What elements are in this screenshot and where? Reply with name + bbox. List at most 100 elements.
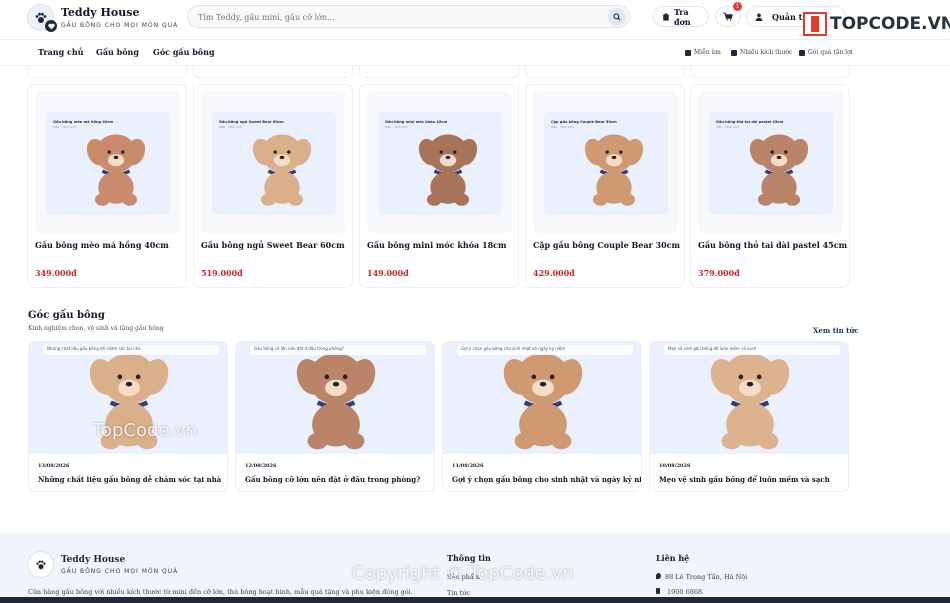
blog-post-image-caption: Gợi ý chọn gấu bông cho sinh nhật và ngà… (457, 345, 633, 355)
blog-post-date: 10/08/2026 (659, 463, 691, 469)
product-price: 429.000đ (533, 268, 575, 278)
nav-item-home[interactable]: Trang chủ (38, 47, 83, 57)
footer-address: 88 Lê Trọng Tấn, Hà Nội (656, 573, 747, 581)
blog-post-card[interactable]: Mẹo vệ sinh gấu bông để luôn mềm và sạch… (649, 341, 849, 492)
product-image-subtitle: Mẫu · Hình ảnh (219, 125, 242, 129)
product-price: 349.000đ (35, 268, 77, 278)
blog-post-title[interactable]: Gấu bông cỡ lớn nên đặt ở đâu trong phòn… (245, 475, 420, 484)
product-image-inner: Cặp gấu bông Couple Bear 30cm Mẫu · Hình … (544, 112, 668, 215)
blog-post-card[interactable]: Gấu bông cỡ lớn nên đặt ở đâu trong phòn… (235, 341, 435, 492)
phone-icon (656, 588, 660, 594)
footer-contact-title: Liên hệ (656, 553, 690, 563)
nav-item-blog[interactable]: Góc gấu bông (153, 47, 215, 57)
product-image[interactable]: Gấu bông mèo má hồng 40cm Mẫu · Hình ảnh (35, 91, 180, 233)
cart-icon (723, 12, 733, 21)
blog-post-image[interactable]: Mẹo vệ sinh gấu bông để luôn mềm và sạch (650, 342, 848, 454)
product-image[interactable]: Gấu bông mini móc khóa 18cm Mẫu · Hình ản… (367, 91, 512, 233)
teddy-bear-icon (710, 353, 790, 450)
blog-post-date: 11/08/2026 (452, 463, 484, 469)
footer-link-news[interactable]: Tin tức (447, 589, 470, 597)
location-icon (656, 573, 661, 579)
watermark-copyright: Copyright © TopCode.vn (352, 563, 574, 584)
blog-post-image[interactable]: Gấu bông cỡ lớn nên đặt ở đâu trong phòn… (236, 342, 434, 454)
footer-brand-name: Teddy House (61, 555, 126, 565)
product-name[interactable]: Gấu bông mèo má hồng 40cm (35, 240, 169, 250)
product-image-subtitle: Mẫu · Hình ảnh (53, 125, 76, 129)
search-button[interactable] (608, 8, 626, 26)
blog-post-image-caption: Mẹo vệ sinh gấu bông để luôn mềm và sạch (664, 345, 840, 355)
teddy-bear-icon (252, 134, 312, 206)
product-image-inner: Gấu bông mèo má hồng 40cm Mẫu · Hình ảnh (46, 112, 170, 215)
perk-sizes: Nhiều kích thước (731, 49, 792, 56)
site-footer: Teddy House GẤU BÔNG CHO MỌI MÓN QUÀ Cửa… (0, 533, 950, 603)
heart-icon (45, 20, 57, 32)
product-name[interactable]: Gấu bông ngủ Sweet Bear 60cm (201, 240, 345, 250)
footer-description: Cửa hàng gấu bông với nhiều kích thước t… (28, 588, 413, 596)
product-image[interactable]: Cặp gấu bông Couple Bear 30cm Mẫu · Hình … (533, 91, 678, 233)
order-lookup-button[interactable]: Tra đơn (653, 6, 709, 27)
product-image[interactable]: Gấu bông ngủ Sweet Bear 60cm Mẫu · Hình ả… (201, 91, 346, 233)
search-bar (187, 5, 630, 28)
blog-post-title[interactable]: Gợi ý chọn gấu bông cho sinh nhật và ngà… (452, 475, 641, 484)
footer-tagline: GẤU BÔNG CHO MỌI MÓN QUÀ (61, 568, 179, 575)
card-stub (525, 66, 685, 78)
blog-section-subtitle: Kinh nghiệm chọn, vệ sinh và tặng gấu bô… (28, 325, 164, 332)
site-header: Teddy House GẤU BÔNG CHO MỌI MÓN QUÀ Tra… (0, 0, 950, 40)
product-card[interactable]: Cặp gấu bông Couple Bear 30cm Mẫu · Hình … (525, 84, 685, 288)
blog-post-image-caption: Những chất liệu gấu bông dễ chăm sóc tại… (43, 345, 219, 355)
product-name[interactable]: Gấu bông mini móc khóa 18cm (367, 240, 506, 250)
teddy-bear-icon (296, 353, 376, 450)
blog-post-title[interactable]: Mẹo vệ sinh gấu bông để luôn mềm và sạch (659, 475, 830, 484)
card-stub (193, 66, 353, 78)
blog-post-date: 13/08/2026 (38, 463, 70, 469)
ruler-icon (731, 49, 737, 56)
card-stub (27, 66, 187, 78)
watermark-logo: TOPCODE.VN (803, 12, 950, 36)
product-card[interactable]: Gấu bông mini móc khóa 18cm Mẫu · Hình ản… (359, 84, 519, 288)
perk-soft: Miễn êm (685, 49, 721, 56)
product-image-subtitle: Mẫu · Hình ảnh (716, 125, 739, 129)
taskbar-strip (0, 597, 950, 603)
product-image-inner: Gấu bông ngủ Sweet Bear 60cm Mẫu · Hình ả… (212, 112, 336, 215)
blog-post-card[interactable]: Gợi ý chọn gấu bông cho sinh nhật và ngà… (442, 341, 642, 492)
brand-name[interactable]: Teddy House (61, 6, 139, 19)
product-card[interactable]: Gấu bông thỏ tai dài pastel 45cm Mẫu · Hì… (690, 84, 850, 288)
blog-post-date: 12/08/2026 (245, 463, 277, 469)
blog-post-card[interactable]: Những chất liệu gấu bông dễ chăm sóc tại… (28, 341, 228, 492)
teddy-bear-icon (584, 134, 644, 206)
product-image-title: Gấu bông mini móc khóa 18cm (385, 120, 448, 124)
nav-item-products[interactable]: Gấu bông (96, 47, 139, 57)
card-stub (359, 66, 519, 78)
blog-post-image[interactable]: Gợi ý chọn gấu bông cho sinh nhật và ngà… (443, 342, 641, 454)
blog-post-title[interactable]: Những chất liệu gấu bông dễ chăm sóc tại… (38, 475, 221, 484)
paw-icon (35, 560, 46, 569)
see-all-news-link[interactable]: Xem tin tức (813, 326, 859, 335)
gift-icon (799, 49, 805, 56)
product-price: 379.000đ (698, 268, 740, 278)
brand-tagline: GẤU BÔNG CHO MỌI MÓN QUÀ (61, 22, 179, 29)
product-image[interactable]: Gấu bông thỏ tai dài pastel 45cm Mẫu · Hì… (698, 91, 843, 233)
cart-count-badge: 1 (733, 2, 742, 11)
footer-phone: 1900 6868 (656, 588, 702, 596)
search-input[interactable] (198, 9, 598, 25)
product-image-title: Gấu bông mèo má hồng 40cm (53, 120, 114, 124)
order-lookup-label: Tra đơn (673, 6, 691, 27)
product-card[interactable]: Gấu bông ngủ Sweet Bear 60cm Mẫu · Hình ả… (193, 84, 353, 288)
product-name[interactable]: Gấu bông thỏ tai dài pastel 45cm (698, 240, 847, 250)
watermark-logo-text: TOPCODE.VN (830, 14, 950, 34)
footer-info-title: Thông tin (447, 553, 491, 563)
footer-logo[interactable] (27, 551, 54, 578)
product-image-title: Gấu bông thỏ tai dài pastel 45cm (716, 120, 784, 124)
teddy-bear-icon (503, 353, 583, 450)
teddy-bear-icon (86, 134, 146, 206)
search-icon (613, 13, 621, 21)
product-price: 149.000đ (367, 268, 409, 278)
teddy-bear-icon (418, 134, 478, 206)
blog-section-title: Góc gấu bông (28, 310, 105, 321)
clipboard-icon (663, 12, 669, 21)
product-image-title: Gấu bông ngủ Sweet Bear 60cm (219, 120, 284, 124)
product-name[interactable]: Cặp gấu bông Couple Bear 30cm (533, 240, 680, 250)
product-card[interactable]: Gấu bông mèo má hồng 40cm Mẫu · Hình ảnh G… (27, 84, 187, 288)
watermark-text: TopCode.vn (93, 420, 198, 441)
feather-icon (685, 49, 691, 56)
